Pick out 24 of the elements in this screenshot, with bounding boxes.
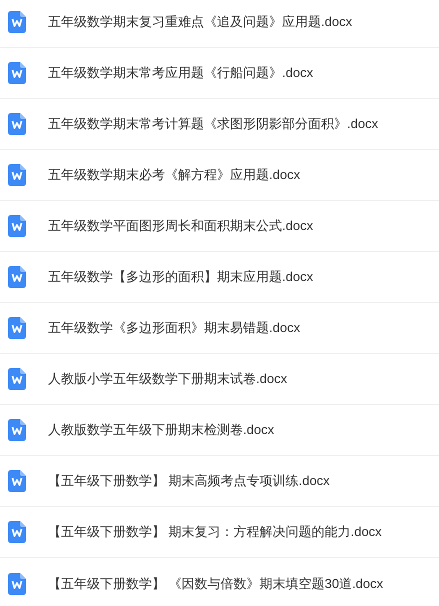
file-name[interactable]: 五年级数学期末必考《解方程》应用题.docx bbox=[48, 165, 300, 185]
file-name[interactable]: 人教版小学五年级数学下册期末试卷.docx bbox=[48, 369, 288, 389]
file-name[interactable]: 五年级数学【多边形的面积】期末应用题.docx bbox=[48, 267, 314, 287]
word-document-icon bbox=[8, 62, 26, 84]
file-name[interactable]: 【五年级下册数学】 期末高频考点专项训练.docx bbox=[48, 471, 330, 491]
file-name[interactable]: 【五年级下册数学】 《因数与倍数》期末填空题30道.docx bbox=[48, 574, 384, 594]
word-document-icon bbox=[8, 266, 26, 288]
file-name[interactable]: 五年级数学期末复习重难点《追及问题》应用题.docx bbox=[48, 12, 352, 32]
word-document-icon bbox=[8, 317, 26, 339]
word-document-icon bbox=[8, 470, 26, 492]
file-name[interactable]: 五年级数学期末常考应用题《行船问题》.docx bbox=[48, 63, 314, 83]
file-name[interactable]: 【五年级下册数学】 期末复习：方程解决问题的能力.docx bbox=[48, 522, 382, 542]
file-name[interactable]: 五年级数学期末常考计算题《求图形阴影部分面积》.docx bbox=[48, 114, 378, 134]
file-name[interactable]: 五年级数学《多边形面积》期末易错题.docx bbox=[48, 318, 300, 338]
word-document-icon bbox=[8, 164, 26, 186]
word-document-icon bbox=[8, 521, 26, 543]
file-name[interactable]: 五年级数学平面图形周长和面积期末公式.docx bbox=[48, 216, 314, 236]
word-document-icon bbox=[8, 215, 26, 237]
word-document-icon bbox=[8, 113, 26, 135]
word-document-icon bbox=[8, 572, 26, 594]
word-document-icon bbox=[8, 368, 26, 390]
file-name[interactable]: 人教版数学五年级下册期末检测卷.docx bbox=[48, 420, 274, 440]
word-document-icon bbox=[8, 419, 26, 441]
word-document-icon bbox=[8, 11, 26, 33]
